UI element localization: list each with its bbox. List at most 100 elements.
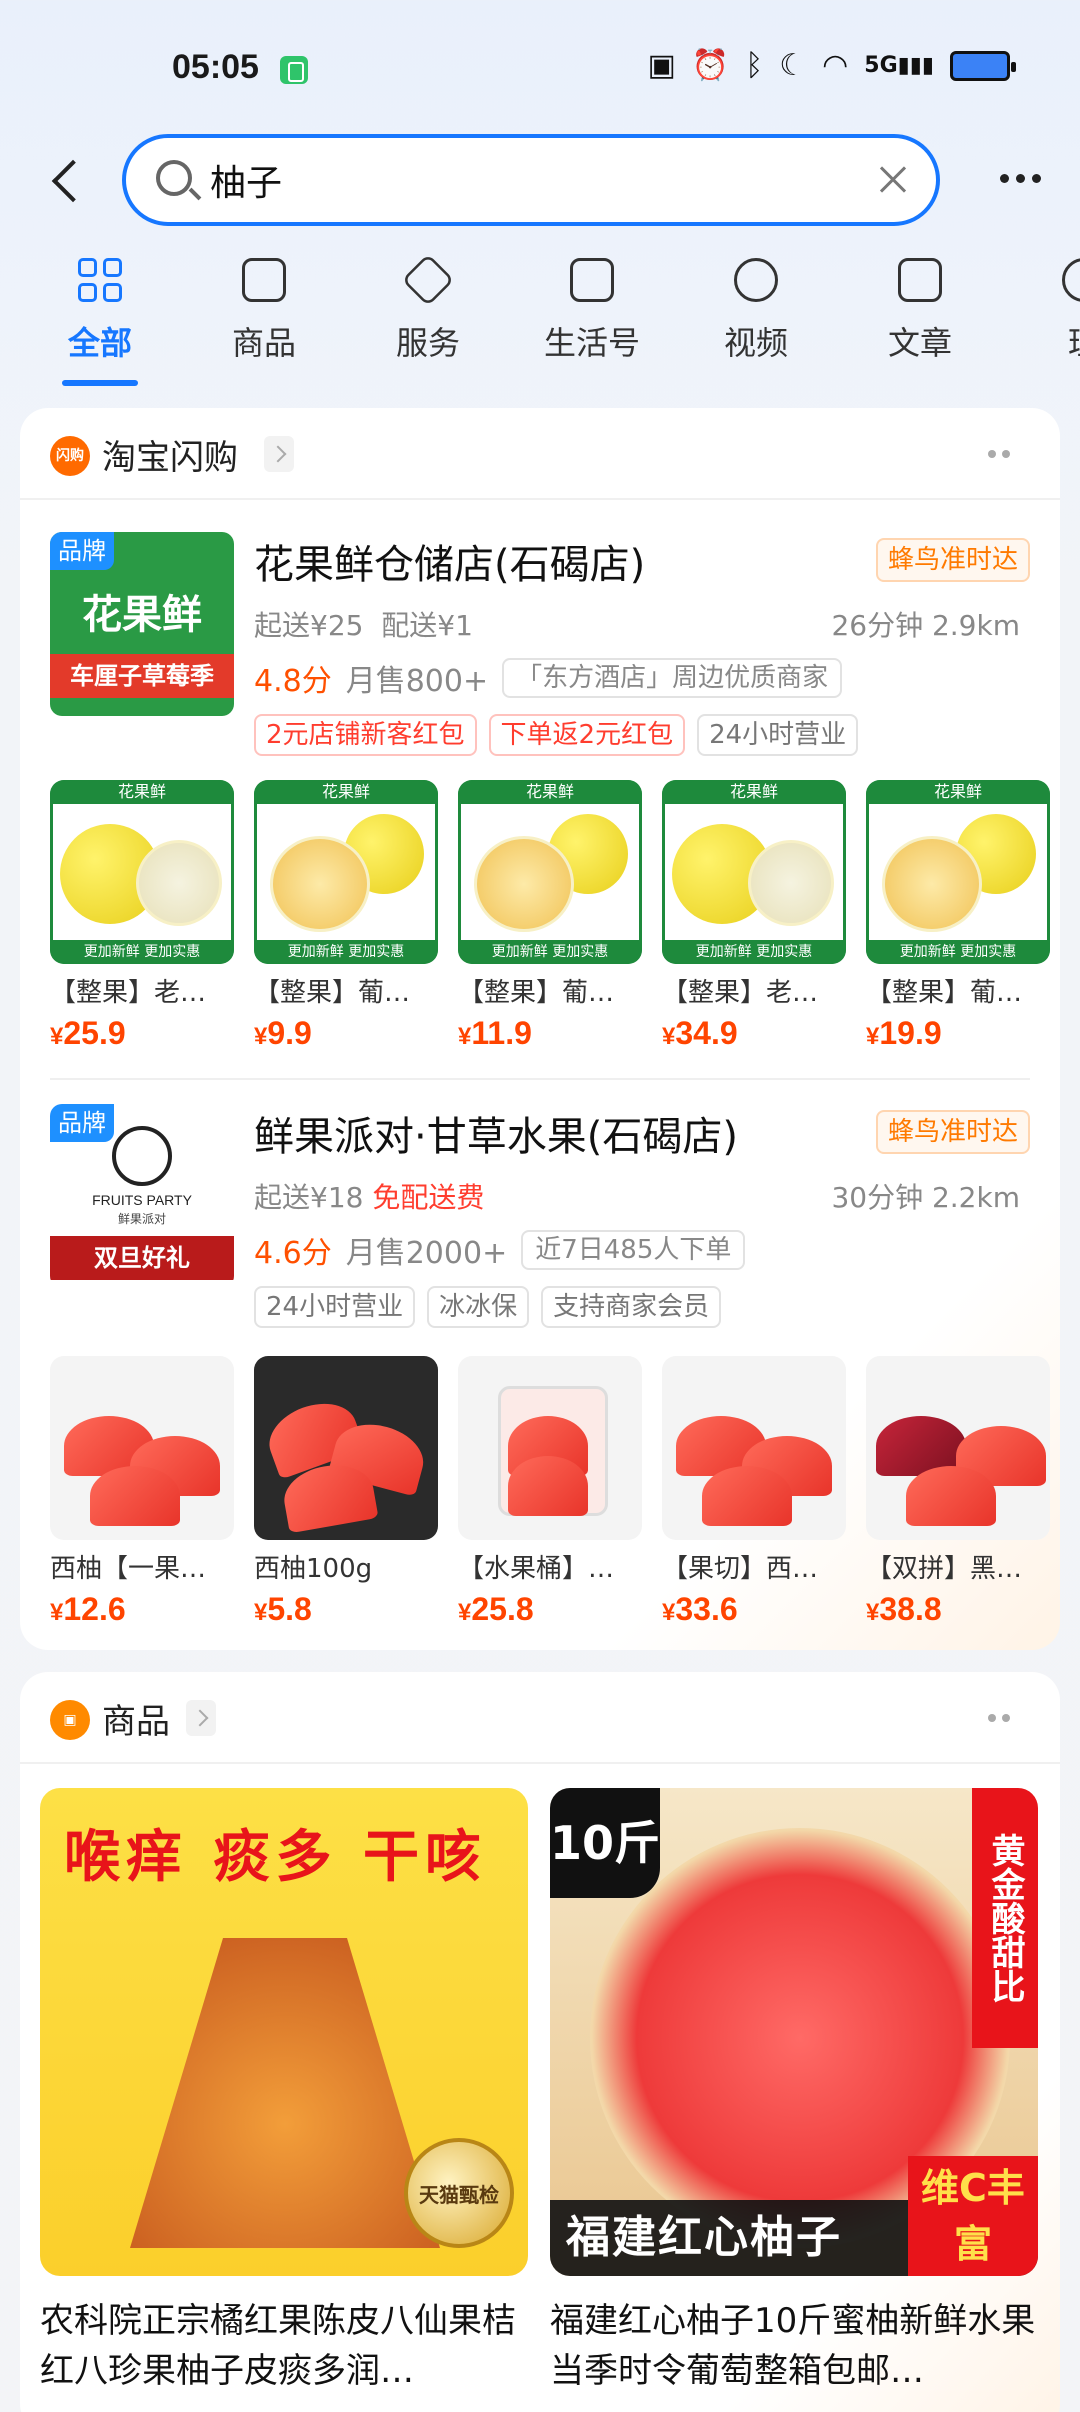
more-options-button[interactable]: [990, 158, 1050, 198]
product-name: 【整果】葡…: [254, 978, 411, 1008]
search-header: [0, 130, 1080, 230]
tab-label: 商品: [231, 324, 296, 362]
product-name: 【双拼】黑…: [866, 1554, 1023, 1584]
back-button[interactable]: [40, 152, 96, 208]
shop-logo[interactable]: 品牌 花果鲜 车厘子草莓季: [50, 532, 234, 716]
section-title[interactable]: 商品: [102, 1694, 170, 1743]
wifi-icon: ◠: [822, 48, 849, 83]
product-name: 【水果桶】…: [458, 1554, 615, 1584]
product-name: 【整果】老…: [662, 978, 819, 1008]
product-name: 【整果】葡…: [866, 978, 1023, 1008]
shop-name[interactable]: 花果鲜仓储店(石碣店): [254, 532, 645, 590]
product-item[interactable]: 花果鲜 更加新鲜 更加实惠 【整果】葡… ¥9.9: [254, 780, 438, 1052]
product-item[interactable]: 花果鲜 更加新鲜 更加实惠 【整果】老… ¥34.9: [662, 780, 846, 1052]
peach-logo-icon: [112, 1126, 172, 1186]
product-price: ¥9.9: [254, 1015, 312, 1051]
bag-icon: [242, 258, 286, 302]
eta-distance: 26分钟 2.9km: [831, 609, 1020, 642]
tab-videos[interactable]: 视频: [696, 250, 816, 390]
battery-icon: [950, 51, 1016, 81]
shop-delivery-info: 起送¥18 免配送费: [254, 1176, 484, 1216]
tab-all[interactable]: 全部: [40, 250, 160, 390]
delivery-fee: 配送¥1: [381, 609, 473, 642]
min-order: 起送¥25: [254, 609, 364, 642]
product-name: 西柚100g: [254, 1554, 373, 1584]
shop-logo[interactable]: 品牌 FRUITS PARTY 鲜果派对 双旦好礼: [50, 1104, 234, 1288]
highlight-tag: 「东方酒店」周边优质商家: [502, 658, 843, 698]
product-name: 【果切】西…: [662, 1554, 819, 1584]
active-tab-indicator: [62, 380, 138, 386]
product-image[interactable]: 花果鲜 更加新鲜 更加实惠: [50, 780, 234, 964]
product-image[interactable]: [50, 1356, 234, 1540]
product-price: ¥11.9: [458, 1015, 532, 1051]
signal-icon: 5G▮▮▮: [864, 53, 934, 78]
highlight-tag: 近7日485人下单: [521, 1230, 746, 1270]
grid-icon: [78, 258, 122, 302]
tab-services[interactable]: 服务: [368, 250, 488, 390]
rating-score: 4.8分: [254, 664, 332, 699]
coupon-tag[interactable]: 下单返2元红包: [488, 714, 686, 756]
card-header: 闪购 淘宝闪购: [20, 408, 1060, 500]
product-item[interactable]: 花果鲜 更加新鲜 更加实惠 【整果】葡… ¥11.9: [458, 780, 642, 1052]
product-image[interactable]: 花果鲜 更加新鲜 更加实惠: [254, 780, 438, 964]
tab-life-accounts[interactable]: 生活号: [532, 250, 652, 390]
product-item[interactable]: 【水果桶】… ¥25.8: [458, 1356, 642, 1628]
product-image[interactable]: [254, 1356, 438, 1540]
product-price: ¥33.6: [662, 1591, 738, 1627]
shop-products: 花果鲜 更加新鲜 更加实惠 【整果】老… ¥25.9 花果鲜 更加新鲜 更加实惠…: [50, 780, 1060, 1052]
service-tag: 24小时营业: [697, 714, 859, 756]
product-item[interactable]: 西柚100g ¥5.8: [254, 1356, 438, 1628]
chevron-right-icon[interactable]: [264, 436, 294, 472]
card-more-button[interactable]: [988, 450, 1010, 458]
product-image[interactable]: [458, 1356, 642, 1540]
dot-icon: [1015, 173, 1025, 183]
product-item[interactable]: 花果鲜 更加新鲜 更加实惠 【整果】葡… ¥19.9: [866, 780, 1050, 1052]
goods-item[interactable]: 10斤 黄金酸甜比 福建红心柚子 维C丰富 福建红心柚子10斤蜜柚新鲜水果当季时…: [550, 1788, 1038, 2396]
eta-distance: 30分钟 2.2km: [831, 1181, 1020, 1214]
tab-goods[interactable]: 商品: [204, 250, 324, 390]
product-item[interactable]: 西柚【一果… ¥12.6: [50, 1356, 234, 1628]
coupon-tag[interactable]: 2元店铺新客红包: [254, 714, 477, 756]
product-item[interactable]: 【果切】西… ¥33.6: [662, 1356, 846, 1628]
chevron-right-icon[interactable]: [186, 1700, 216, 1736]
card-more-button[interactable]: [988, 1714, 1010, 1722]
goods-image[interactable]: 喉痒 痰多 干咳 天猫甄检: [40, 1788, 528, 2276]
product-banner-bottom: 更加新鲜 更加实惠: [458, 940, 642, 964]
ratio-tag: 黄金酸甜比: [972, 1788, 1038, 2048]
delivery-fee: 免配送费: [372, 1181, 485, 1214]
chat-plus-icon: [570, 258, 614, 302]
product-price: ¥25.8: [458, 1591, 534, 1627]
product-image[interactable]: [866, 1356, 1050, 1540]
shop-name[interactable]: 鲜果派对·甘草水果(石碣店): [254, 1104, 738, 1162]
vitamin-c-tag: 维C丰富: [908, 2156, 1038, 2276]
service-tag: 支持商家会员: [541, 1286, 722, 1328]
product-banner-top: 花果鲜: [866, 780, 1050, 804]
goods-title[interactable]: 福建红心柚子10斤蜜柚新鲜水果当季时令葡萄整箱包邮…: [550, 2296, 1038, 2396]
search-input[interactable]: [210, 150, 810, 210]
product-image[interactable]: [662, 1356, 846, 1540]
product-banner-top: 花果鲜: [50, 780, 234, 804]
logo-text: 花果鲜: [82, 592, 202, 638]
tab-label: 视频: [723, 324, 788, 362]
flash-purchase-card: 闪购 淘宝闪购 品牌 花果鲜 车厘子草莓季 花果鲜仓储店(石碣店) 蜂鸟准时达 …: [20, 408, 1060, 1650]
search-icon: [156, 160, 192, 196]
section-title[interactable]: 淘宝闪购: [102, 430, 238, 479]
goods-title[interactable]: 农科院正宗橘红果陈皮八仙果桔红八珍果柚子皮痰多润…: [40, 2296, 528, 2396]
goods-image[interactable]: 10斤 黄金酸甜比 福建红心柚子 维C丰富: [550, 1788, 1038, 2276]
tab-articles[interactable]: 文章: [860, 250, 980, 390]
logo-subtext: 双旦好礼: [50, 1236, 234, 1280]
tab-partial[interactable]: 理: [1024, 250, 1080, 390]
product-price: ¥19.9: [866, 1015, 942, 1051]
product-price: ¥5.8: [254, 1591, 312, 1627]
product-image[interactable]: 花果鲜 更加新鲜 更加实惠: [662, 780, 846, 964]
product-image[interactable]: 花果鲜 更加新鲜 更加实惠: [866, 780, 1050, 964]
goods-grid: 喉痒 痰多 干咳 天猫甄检 农科院正宗橘红果陈皮八仙果桔红八珍果柚子皮痰多润… …: [40, 1788, 1040, 2396]
search-box[interactable]: [122, 134, 940, 226]
product-banner-bottom: 更加新鲜 更加实惠: [662, 940, 846, 964]
product-item[interactable]: 花果鲜 更加新鲜 更加实惠 【整果】老… ¥25.9: [50, 780, 234, 1052]
rating-score: 4.6分: [254, 1236, 332, 1271]
goods-item[interactable]: 喉痒 痰多 干咳 天猫甄检 农科院正宗橘红果陈皮八仙果桔红八珍果柚子皮痰多润…: [40, 1788, 528, 2396]
clear-icon[interactable]: [872, 160, 912, 200]
product-item[interactable]: 【双拼】黑… ¥38.8: [866, 1356, 1050, 1628]
product-image[interactable]: 花果鲜 更加新鲜 更加实惠: [458, 780, 642, 964]
